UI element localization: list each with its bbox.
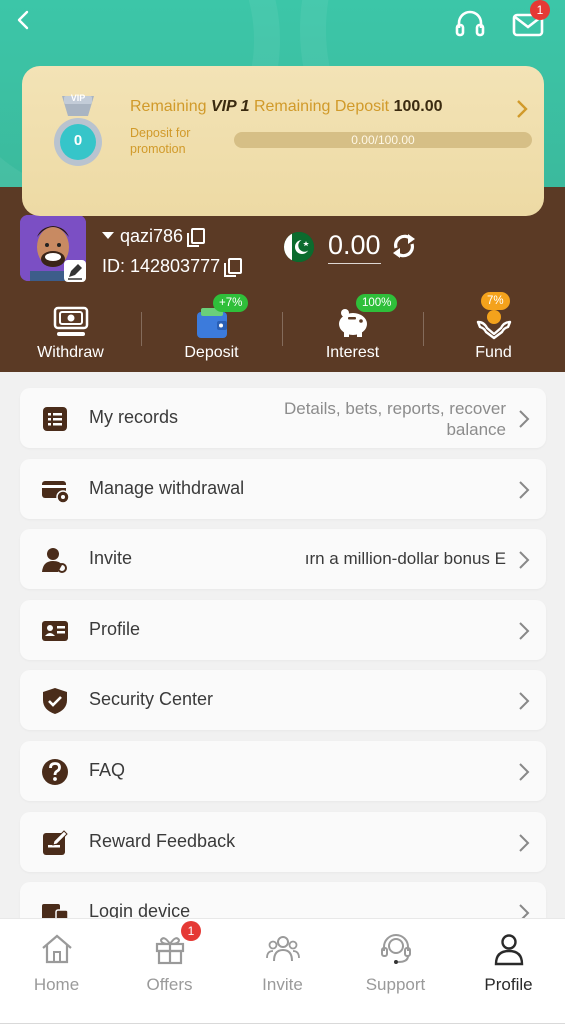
- chevron-right-icon[interactable]: [514, 98, 530, 120]
- support-headset-icon: [380, 934, 411, 964]
- vip-progress-bar: 0.00/100.00: [234, 132, 532, 148]
- withdraw-button[interactable]: Withdraw: [0, 298, 141, 372]
- copy-id-icon[interactable]: [224, 258, 243, 277]
- bottom-tab-bar: Home 1 Offers Invite Support Profile: [0, 918, 565, 1024]
- chevron-right-icon: [519, 763, 530, 781]
- profile-icon: [494, 934, 523, 966]
- vip-card[interactable]: VIP 0 Remaining VIP 1 Remaining Deposit …: [22, 66, 544, 216]
- menu-item-invite[interactable]: Invite ırn a million-dollar bonus E: [20, 529, 546, 589]
- interest-button[interactable]: 100% Interest: [282, 294, 423, 372]
- chevron-right-icon: [519, 834, 530, 852]
- home-icon: [41, 934, 72, 964]
- menu-item-faq[interactable]: FAQ: [20, 741, 546, 801]
- offers-badge: 1: [181, 921, 201, 941]
- vip-level: VIP 1: [210, 98, 250, 115]
- menu-item-profile[interactable]: Profile: [20, 600, 546, 660]
- menu-detail: Details, bets, reports, recover balance: [283, 399, 506, 439]
- user-id: ID: 142803777: [102, 256, 243, 277]
- vip-status-line: Remaining VIP 1 Remaining Deposit 100.00: [130, 98, 443, 116]
- tab-label: Invite: [262, 975, 303, 994]
- tab-label: Profile: [484, 975, 533, 994]
- menu-label: Reward Feedback: [89, 831, 236, 851]
- username: qazi786: [102, 226, 206, 247]
- withdraw-label: Withdraw: [37, 344, 104, 361]
- chevron-right-icon: [519, 551, 530, 569]
- menu-label: Profile: [89, 619, 141, 639]
- tab-label: Offers: [146, 975, 193, 994]
- chevron-right-icon: [519, 481, 530, 499]
- user-id-text: ID: 142803777: [102, 256, 221, 276]
- vip-progress-text: 0.00/100.00: [351, 133, 415, 147]
- tab-support[interactable]: Support: [339, 919, 452, 1024]
- deposit-button[interactable]: +7% Deposit: [141, 294, 282, 372]
- menu-item-security-center[interactable]: Security Center: [20, 670, 546, 730]
- copy-username-icon[interactable]: [187, 228, 206, 247]
- deposit-label: Deposit: [184, 344, 239, 361]
- menu-label: Invite: [89, 548, 133, 568]
- vip-subtitle: Deposit for promotion: [130, 126, 191, 156]
- id-card-icon: [42, 621, 68, 641]
- tab-invite[interactable]: Invite: [226, 919, 339, 1024]
- chevron-right-icon: [519, 410, 530, 428]
- invite-marquee-text: ırn a million-dollar bonus E: [304, 549, 506, 568]
- group-icon: [265, 936, 300, 962]
- back-arrow-icon[interactable]: [12, 8, 36, 32]
- interest-rate-pill: 100%: [356, 294, 398, 312]
- vip-medal-label: VIP: [70, 93, 86, 103]
- interest-label: Interest: [325, 344, 380, 361]
- withdraw-icon: [53, 306, 88, 336]
- menu-label: My records: [89, 407, 179, 427]
- caret-down-icon[interactable]: [102, 232, 114, 239]
- pakistan-flag-icon: [284, 232, 314, 262]
- tab-profile[interactable]: Profile: [452, 919, 565, 1024]
- menu-item-reward-feedback[interactable]: Reward Feedback: [20, 812, 546, 872]
- remaining-deposit-label: Remaining Deposit: [253, 98, 390, 115]
- menu-label: Security Center: [89, 689, 214, 709]
- feedback-edit-icon: [43, 830, 68, 855]
- records-icon: [43, 407, 67, 431]
- refresh-icon[interactable]: [390, 232, 418, 260]
- fund-rate-pill: 7%: [481, 292, 510, 310]
- tab-label: Support: [365, 975, 426, 994]
- tab-home[interactable]: Home: [0, 919, 113, 1024]
- username-text: qazi786: [120, 226, 184, 246]
- quick-actions: Withdraw +7% Deposit 100% Interest 7% Fu…: [0, 292, 565, 372]
- vip-medal-value: 0: [73, 132, 83, 149]
- deposit-bonus-pill: +7%: [213, 294, 249, 312]
- menu-item-manage-withdrawal[interactable]: Manage withdrawal: [20, 459, 546, 519]
- headset-icon[interactable]: [452, 6, 488, 42]
- invite-user-icon: [42, 548, 67, 573]
- menu-label: Manage withdrawal: [89, 478, 245, 498]
- shield-icon: [43, 688, 67, 714]
- chevron-right-icon: [519, 622, 530, 640]
- question-circle-icon: [42, 759, 68, 785]
- balance-value: 0.00: [328, 230, 381, 264]
- mail-badge: 1: [530, 0, 550, 20]
- menu-label: FAQ: [89, 760, 126, 780]
- withdrawal-card-icon: [42, 481, 70, 504]
- edit-avatar-icon[interactable]: [64, 260, 86, 282]
- remaining-deposit-value: 100.00: [393, 98, 443, 115]
- chevron-right-icon: [519, 692, 530, 710]
- remaining-label: Remaining: [130, 98, 207, 115]
- menu-item-my-records[interactable]: My records Details, bets, reports, recov…: [20, 388, 546, 448]
- fund-label: Fund: [475, 344, 512, 361]
- fund-button[interactable]: 7% Fund: [423, 292, 564, 372]
- tab-offers[interactable]: 1 Offers: [113, 919, 226, 1024]
- tab-label: Home: [33, 975, 80, 994]
